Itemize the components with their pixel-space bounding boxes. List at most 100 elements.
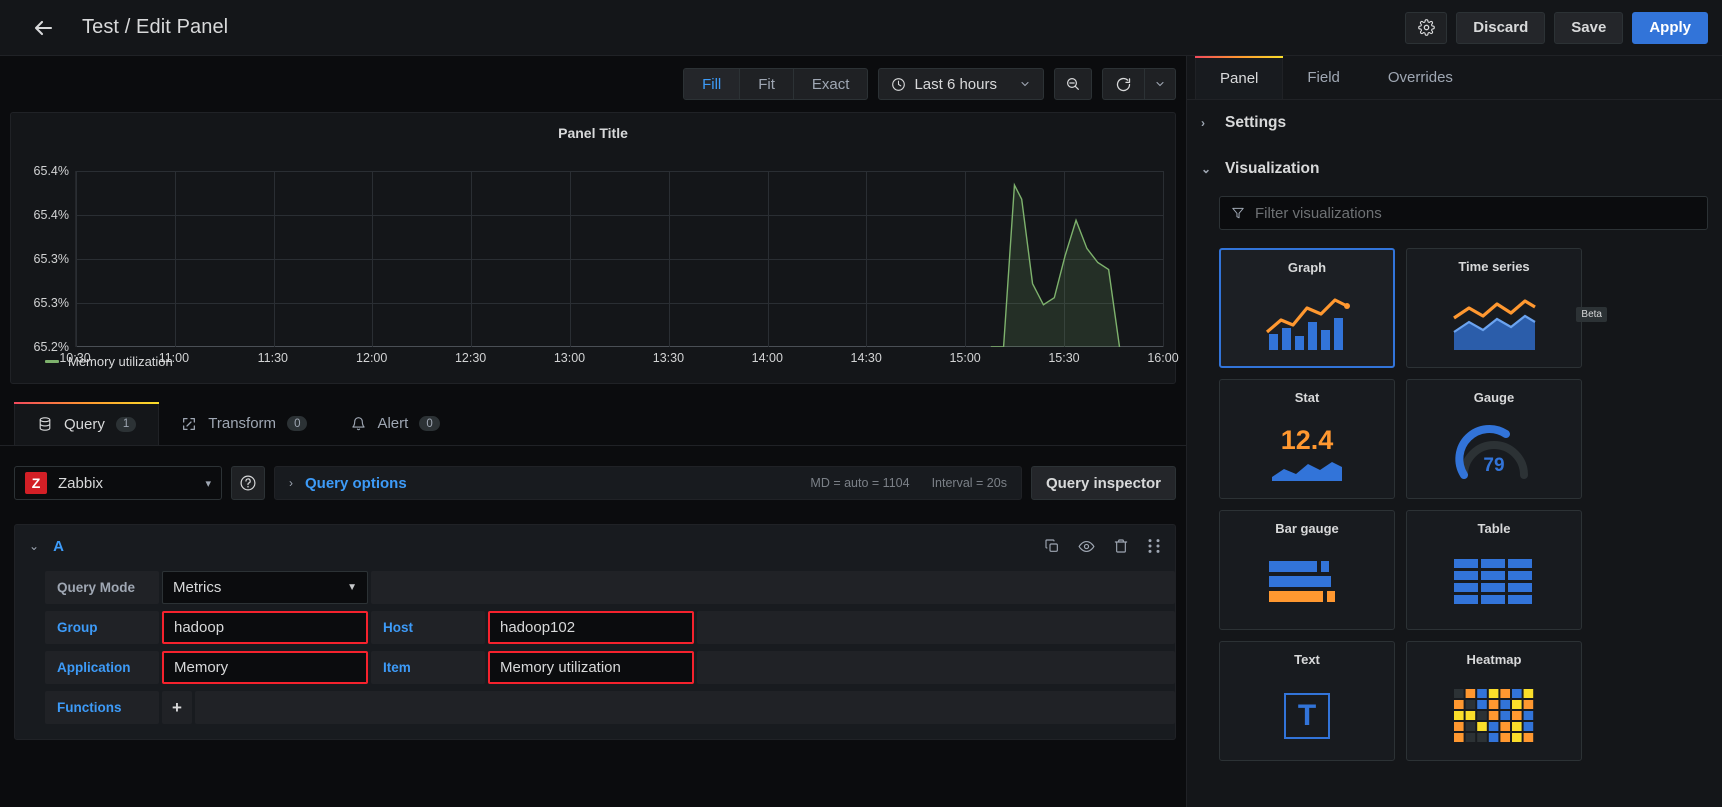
x-tick: 15:00 <box>949 351 981 365</box>
bargauge-viz-icon <box>1220 540 1394 629</box>
query-mode-value: Metrics <box>173 579 222 596</box>
group-input[interactable]: hadoop <box>162 611 368 644</box>
viz-option-stat[interactable]: Stat 12.4 <box>1219 379 1395 499</box>
page-title: Test / Edit Panel <box>82 16 229 38</box>
x-tick: 15:30 <box>1048 351 1080 365</box>
x-axis: 10:30 11:00 11:30 12:00 12:30 13:00 13:3… <box>59 351 1178 369</box>
chevron-down-icon <box>1156 81 1164 87</box>
query-form: Query Mode Metrics ▼ Group hadoop Host h… <box>15 567 1175 739</box>
tab-panel[interactable]: Panel <box>1195 56 1284 99</box>
row-filler <box>195 691 1175 724</box>
options-pane: Panel Field Overrides › Settings ⌄ Visua… <box>1186 56 1722 807</box>
hide-response-icon[interactable] <box>1078 538 1095 555</box>
viz-option-table[interactable]: Table <box>1406 510 1582 630</box>
panel-size-mode-group: Fill Fit Exact <box>683 68 869 100</box>
remove-query-icon[interactable] <box>1113 538 1129 555</box>
functions-label: Functions <box>45 691 159 724</box>
filter-icon <box>1232 207 1244 219</box>
chevron-down-icon: ▾ <box>205 477 211 490</box>
zoom-out-icon <box>1067 78 1079 90</box>
help-circle-icon <box>240 475 256 491</box>
application-input[interactable]: Memory <box>162 651 368 684</box>
stat-sample-value: 12.4 <box>1280 424 1334 455</box>
gauge-viz-icon: 79 <box>1407 409 1581 498</box>
y-tick: 65.3% <box>33 296 69 310</box>
legend-color-swatch <box>45 360 59 363</box>
clock-icon <box>892 77 906 91</box>
time-range-picker[interactable]: Last 6 hours <box>878 68 1044 100</box>
application-label: Application <box>45 651 159 684</box>
discard-button[interactable]: Discard <box>1456 11 1546 44</box>
x-tick: 13:30 <box>652 351 685 365</box>
query-inspector-button[interactable]: Query inspector <box>1030 466 1176 500</box>
tab-field[interactable]: Field <box>1283 56 1364 99</box>
viz-option-heatmap[interactable]: Heatmap <box>1406 641 1582 761</box>
save-button[interactable]: Save <box>1554 11 1624 44</box>
transform-icon <box>183 417 196 430</box>
host-input[interactable]: hadoop102 <box>488 611 694 644</box>
panel-settings-button[interactable] <box>1405 11 1448 44</box>
add-function-button[interactable]: + <box>162 691 192 724</box>
viz-option-label: Heatmap <box>1466 652 1522 667</box>
query-mode-label: Query Mode <box>45 571 159 604</box>
section-settings[interactable]: › Settings <box>1187 100 1722 146</box>
heatmap-viz-icon <box>1407 671 1581 760</box>
viz-option-bar-gauge[interactable]: Bar gauge <box>1219 510 1395 630</box>
query-ref-id[interactable]: A <box>53 538 64 555</box>
apply-button[interactable]: Apply <box>1632 11 1708 44</box>
viz-option-label: Time series <box>1458 259 1530 274</box>
graph-toolbar: Fill Fit Exact Last 6 hours <box>0 56 1186 112</box>
viz-option-gauge[interactable]: Gauge 79 <box>1406 379 1582 499</box>
tab-alert-label: Alert <box>377 415 409 432</box>
plot-area <box>75 171 1164 347</box>
tab-query-label: Query <box>64 415 105 433</box>
top-bar-actions: Discard Save Apply <box>1405 11 1708 44</box>
time-range-label: Last 6 hours <box>914 75 997 93</box>
tab-query-badge: 1 <box>115 416 137 432</box>
interval-label: Interval = 20s <box>931 476 1007 490</box>
duplicate-query-icon[interactable] <box>1044 538 1060 555</box>
legend-item-label[interactable]: Memory utilization <box>68 354 173 369</box>
size-mode-exact[interactable]: Exact <box>794 69 868 99</box>
section-visualization-label: Visualization <box>1225 160 1320 177</box>
viz-option-text[interactable]: Text T <box>1219 641 1395 761</box>
chevron-down-icon[interactable]: ⌄ <box>29 539 39 553</box>
zoom-out-button[interactable] <box>1054 68 1092 100</box>
visualization-filter[interactable]: Filter visualizations <box>1219 196 1708 230</box>
x-tick: 11:30 <box>257 351 288 365</box>
viz-option-time-series[interactable]: Time series Beta <box>1406 248 1607 368</box>
tab-transform[interactable]: Transform 0 <box>159 402 329 445</box>
svg-text:79: 79 <box>1483 455 1504 476</box>
drag-handle-icon[interactable] <box>1147 538 1161 555</box>
graph-panel[interactable]: Panel Title 65.4% 65.4% 65.3% 65.3% 65.2… <box>10 112 1179 384</box>
back-button[interactable] <box>26 11 60 45</box>
datasource-help-button[interactable] <box>231 466 265 500</box>
tab-overrides[interactable]: Overrides <box>1364 56 1477 99</box>
refresh-interval-button[interactable] <box>1144 68 1176 100</box>
x-tick: 14:00 <box>751 351 783 365</box>
tab-alert[interactable]: Alert 0 <box>329 402 461 445</box>
query-mode-select[interactable]: Metrics ▼ <box>162 571 368 604</box>
chevron-down-icon: ⌄ <box>1201 162 1212 176</box>
size-mode-fit[interactable]: Fit <box>740 69 794 99</box>
tab-query[interactable]: Query 1 <box>14 402 160 445</box>
arrow-left-icon <box>34 20 53 35</box>
options-tabs: Panel Field Overrides <box>1187 56 1722 100</box>
datasource-name: Zabbix <box>58 474 104 492</box>
viz-option-label: Text <box>1294 652 1320 667</box>
viz-option-graph[interactable]: Graph <box>1219 248 1395 368</box>
x-tick: 14:30 <box>850 351 882 365</box>
form-row-query-mode: Query Mode Metrics ▼ <box>15 569 1175 606</box>
timeseries-viz-icon <box>1407 278 1581 367</box>
panel-title: Panel Title <box>558 125 628 141</box>
item-input[interactable]: Memory utilization <box>488 651 694 684</box>
text-sample-glyph: T <box>1297 698 1317 732</box>
graph-viz-icon <box>1221 279 1393 366</box>
chevron-right-icon[interactable]: › <box>289 476 293 490</box>
datasource-picker[interactable]: Z Zabbix ▾ <box>14 466 222 500</box>
size-mode-fill[interactable]: Fill <box>684 69 741 99</box>
section-visualization[interactable]: ⌄ Visualization <box>1187 146 1722 192</box>
query-options-toggle[interactable]: Query options <box>305 475 407 492</box>
refresh-button[interactable] <box>1102 68 1144 100</box>
x-tick: 16:00 <box>1147 351 1179 365</box>
